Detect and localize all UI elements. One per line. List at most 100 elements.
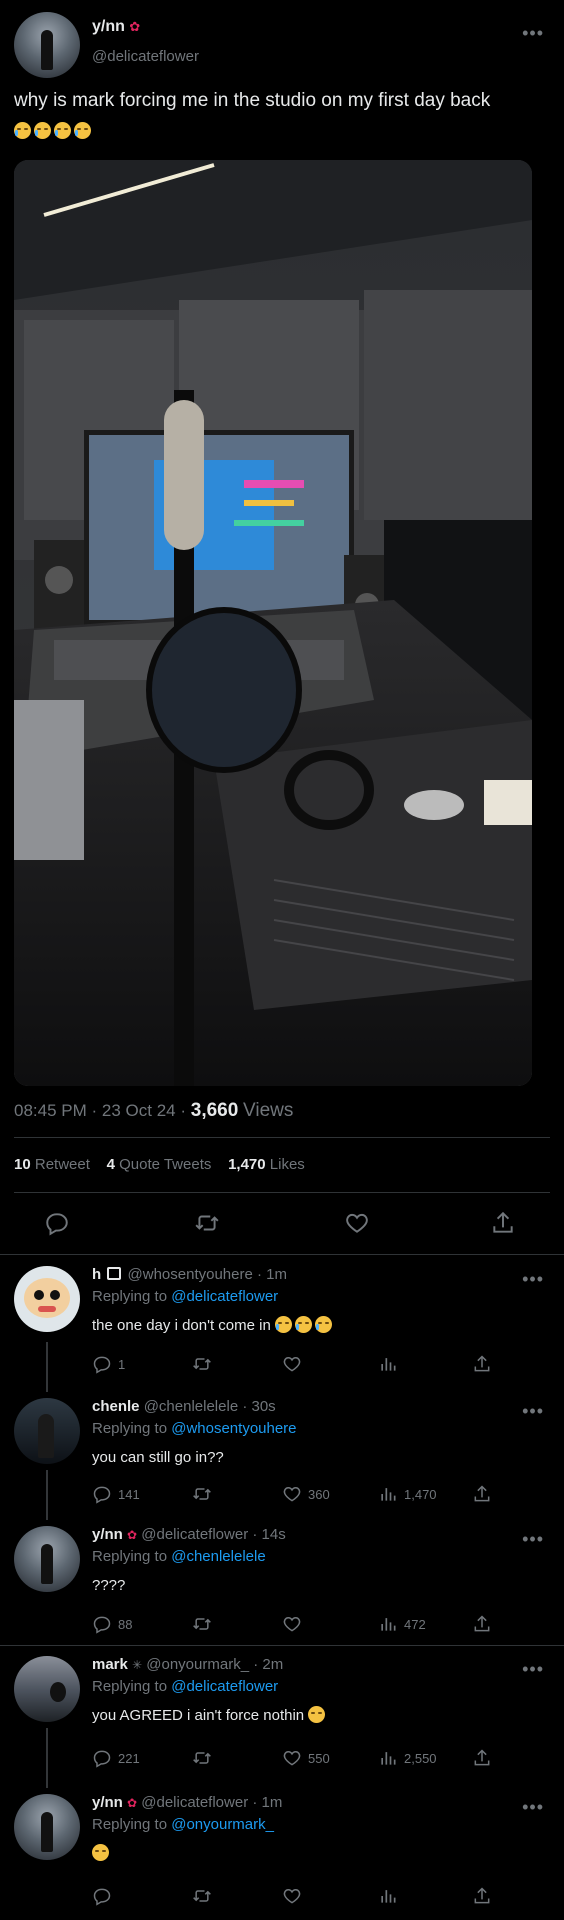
heart-icon: [346, 1213, 368, 1233]
retweet-icon: [193, 1752, 211, 1764]
reply-button[interactable]: 221: [92, 1748, 140, 1768]
share-button[interactable]: [472, 1886, 492, 1906]
reply-avatar[interactable]: [14, 1656, 80, 1722]
views-button[interactable]: [378, 1354, 404, 1374]
author-avatar[interactable]: [14, 12, 80, 78]
views-label: Views: [243, 1100, 294, 1121]
retweet-button[interactable]: [192, 1614, 218, 1634]
share-button[interactable]: [472, 1614, 492, 1634]
reply-author-handle[interactable]: @chenlelelele: [144, 1398, 238, 1415]
replying-to-link[interactable]: @whosentyouhere: [171, 1420, 296, 1437]
like-button[interactable]: [282, 1886, 308, 1906]
sparkle-icon: ✳: [132, 1658, 143, 1672]
like-button[interactable]: [282, 1354, 308, 1374]
reply-icon: [93, 1750, 111, 1768]
like-button[interactable]: 550: [282, 1748, 330, 1768]
reply-author-handle[interactable]: @delicateflower: [141, 1526, 248, 1543]
views-chart-icon: [381, 1752, 396, 1765]
rose-icon: ✿: [127, 1796, 138, 1810]
reply-avatar[interactable]: [14, 1794, 80, 1860]
lock-icon: [107, 1267, 122, 1280]
retweets-stat[interactable]: 10 Retweet: [14, 1156, 94, 1173]
retweet-button[interactable]: [192, 1748, 218, 1768]
like-button[interactable]: [344, 1210, 370, 1236]
rose-icon: ✿: [129, 19, 141, 34]
retweet-button[interactable]: [192, 1484, 218, 1504]
reply-author-handle[interactable]: @onyourmark_: [146, 1656, 249, 1673]
tweet-text: why is mark forcing me in the studio on …: [14, 88, 550, 144]
tweet-photo[interactable]: [14, 160, 532, 1086]
share-button[interactable]: [472, 1354, 492, 1374]
share-button[interactable]: [472, 1748, 492, 1768]
reply-avatar[interactable]: [14, 1398, 80, 1464]
tweet-time: 08:45 PM: [14, 1101, 87, 1120]
more-options-icon[interactable]: •••: [522, 1660, 544, 1678]
like-count: 360: [308, 1486, 330, 1502]
divider: [0, 1645, 564, 1646]
author-handle[interactable]: @delicateflower: [92, 48, 199, 65]
share-icon: [474, 1485, 490, 1502]
reply-item[interactable]: chenle @chenlelelele · 30s ••• Replying …: [0, 1398, 564, 1518]
replying-to-link[interactable]: @delicateflower: [171, 1288, 278, 1305]
more-options-icon[interactable]: •••: [522, 1530, 544, 1548]
divider: [0, 1254, 564, 1255]
views-button[interactable]: 472: [378, 1614, 426, 1634]
more-options-icon[interactable]: •••: [522, 24, 544, 42]
reply-age: 1m: [261, 1794, 283, 1811]
more-options-icon[interactable]: •••: [522, 1402, 544, 1420]
author-name[interactable]: y/nn ✿: [92, 18, 140, 36]
reply-author-name[interactable]: h: [92, 1266, 101, 1283]
reply-author-handle[interactable]: @delicateflower: [141, 1794, 248, 1811]
reply-author-name[interactable]: mark: [92, 1656, 128, 1673]
reply-age: 30s: [251, 1398, 276, 1415]
replying-to-link[interactable]: @onyourmark_: [171, 1816, 274, 1833]
like-count: 550: [308, 1750, 330, 1766]
share-icon: [493, 1211, 513, 1233]
reply-item[interactable]: y/nn ✿ @delicateflower · 1m ••• Replying…: [0, 1794, 564, 1914]
share-button[interactable]: [472, 1484, 492, 1504]
more-options-icon[interactable]: •••: [522, 1270, 544, 1288]
views-button[interactable]: 1,470: [378, 1484, 437, 1504]
reply-button[interactable]: 141: [92, 1484, 140, 1504]
reply-icon: [93, 1888, 111, 1906]
reply-count: 221: [118, 1750, 140, 1766]
share-button[interactable]: [490, 1210, 516, 1236]
reply-item[interactable]: y/nn ✿ @delicateflower · 14s ••• Replyin…: [0, 1526, 564, 1646]
reply-item[interactable]: mark ✳ @onyourmark_ · 2m ••• Replying to…: [0, 1656, 564, 1776]
views-button[interactable]: [378, 1886, 404, 1906]
reply-icon: [93, 1356, 111, 1374]
like-button[interactable]: 360: [282, 1484, 330, 1504]
studio-photo-image: [14, 160, 532, 1086]
views-count: 472: [404, 1616, 426, 1632]
retweet-button[interactable]: [192, 1354, 218, 1374]
reply-item[interactable]: h @whosentyouhere · 1m ••• Replying to @…: [0, 1266, 564, 1386]
reply-avatar[interactable]: [14, 1266, 80, 1332]
retweet-button[interactable]: [192, 1886, 218, 1906]
reply-avatar[interactable]: [14, 1526, 80, 1592]
replying-to-link[interactable]: @chenlelelele: [171, 1548, 265, 1565]
replying-to-link[interactable]: @delicateflower: [171, 1678, 278, 1695]
more-options-icon[interactable]: •••: [522, 1798, 544, 1816]
reply-text: [92, 1844, 544, 1864]
like-button[interactable]: [282, 1614, 308, 1634]
views-count: 1,470: [404, 1486, 437, 1502]
views-button[interactable]: 2,550: [378, 1748, 437, 1768]
reply-icon: [46, 1213, 68, 1236]
heart-icon: [283, 1616, 301, 1632]
reply-button[interactable]: [92, 1886, 118, 1906]
quotes-stat[interactable]: 4 Quote Tweets: [107, 1156, 216, 1173]
reply-author-name[interactable]: chenle: [92, 1398, 140, 1415]
retweet-button[interactable]: [194, 1210, 220, 1236]
views-chart-icon: [381, 1358, 396, 1371]
reply-author-name[interactable]: y/nn: [92, 1794, 123, 1811]
reply-author-handle[interactable]: @whosentyouhere: [128, 1266, 253, 1283]
reply-author-name[interactable]: y/nn: [92, 1526, 123, 1543]
reply-button[interactable]: 1: [92, 1354, 125, 1374]
likes-stat[interactable]: 1,470 Likes: [228, 1156, 305, 1173]
reply-age: 1m: [266, 1266, 288, 1283]
reply-button[interactable]: 88: [92, 1614, 132, 1634]
face-emoji: [92, 1844, 109, 1861]
share-icon: [474, 1615, 490, 1632]
reply-button[interactable]: [44, 1210, 70, 1236]
loudly-crying-emoji: [14, 118, 94, 144]
